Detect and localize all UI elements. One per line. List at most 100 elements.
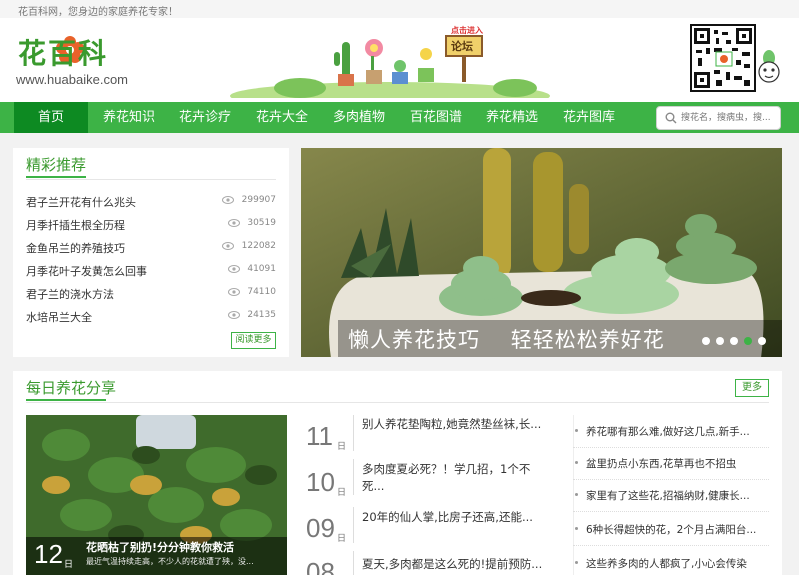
site-header: 花百科 www.huabaike.com 点击进入 论坛 (0, 18, 799, 102)
daily-divider (26, 402, 769, 403)
bullet-icon (575, 493, 578, 496)
date-day: 11 (306, 421, 333, 451)
eye-icon (222, 196, 234, 204)
right-list-item-title[interactable]: 这些养多肉的人都疯了,小心会传染 (586, 556, 747, 571)
banner-sign: 点击进入 (451, 26, 483, 35)
view-count: 30519 (247, 218, 276, 228)
feature-title[interactable]: 花晒枯了别扔!分分钟教你救活 (86, 539, 234, 555)
recommend-item[interactable]: 君子兰开花有什么兆头 299907 (26, 192, 276, 212)
date-badge: 09 日 (301, 513, 347, 553)
header-banner-illustration[interactable] (230, 22, 555, 98)
view-count: 41091 (247, 264, 276, 274)
eye-icon (228, 288, 240, 296)
daily-share-section: 每日养花分享 更多 12 日 花晒枯了别扔!分分钟教你救活 最近气温持续走高，不… (13, 371, 782, 575)
nav-encyclopedia[interactable]: 花卉大全 (245, 102, 319, 133)
bullet-icon (575, 561, 578, 564)
recommend-item-title[interactable]: 水培吊兰大全 (26, 309, 92, 325)
recommend-item[interactable]: 君子兰的浇水方法 74110 (26, 284, 276, 304)
right-list-item[interactable]: 盆里扔点小东西,花草再也不招虫 (573, 453, 769, 480)
daily-title-underline (26, 399, 106, 401)
search-box[interactable] (656, 106, 781, 130)
right-list-item[interactable]: 这些养多肉的人都疯了,小心会传染 (573, 553, 769, 575)
forum-board[interactable]: 论坛 (451, 38, 473, 54)
view-count: 299907 (241, 195, 276, 205)
recommend-item[interactable]: 金鱼吊兰的养殖技巧 122082 (26, 238, 276, 258)
recommend-item-title[interactable]: 君子兰的浇水方法 (26, 286, 114, 302)
eye-icon (222, 242, 234, 250)
recommend-item[interactable]: 月季扦插生根全历程 30519 (26, 215, 276, 235)
site-tagline: 花百科网，您身边的家庭养花专家！ (0, 0, 799, 18)
date-day-unit: 日 (337, 442, 347, 452)
featured-slider[interactable]: 懒人养花技巧 轻轻松松养好花 (301, 148, 782, 357)
date-day: 10 (306, 467, 335, 497)
date-day: 08 (306, 557, 335, 575)
eye-icon (228, 265, 240, 273)
nav-home[interactable]: 首页 (14, 102, 88, 133)
feature-day: 12 (34, 539, 63, 569)
dated-article-link[interactable]: 20年的仙人掌,比房子还高,还能... (362, 509, 547, 526)
recommend-item-title[interactable]: 君子兰开花有什么兆头 (26, 194, 136, 210)
logo-title: 花百科 (18, 37, 109, 70)
date-day: 09 (306, 513, 335, 543)
recommend-title-underline (26, 176, 86, 178)
date-day-unit: 日 (337, 488, 347, 498)
recommend-panel: 精彩推荐 君子兰开花有什么兆头 299907 月季扦插生根全历程 30519 金… (13, 148, 289, 357)
view-count: 122082 (241, 241, 276, 251)
date-badge: 11 日 (301, 421, 347, 461)
feature-caption: 12 日 花晒枯了别扔!分分钟教你救活 最近气温持续走高，不少人的花就遭了殃，没… (26, 537, 287, 575)
date-badge: 08 日 (301, 557, 347, 575)
dated-article-link[interactable]: 多肉度夏必死？！学几招，1个不死... (362, 461, 547, 495)
recommend-item-title[interactable]: 月季花叶子发黄怎么回事 (26, 263, 147, 279)
more-button[interactable]: 更多 (735, 379, 769, 397)
dated-article-link[interactable]: 别人养花垫陶粒,她竟然垫丝袜,长... (362, 416, 547, 433)
eye-icon (228, 219, 240, 227)
eye-icon (228, 311, 240, 319)
nav-selected[interactable]: 养花精选 (475, 102, 549, 133)
slider-dot[interactable] (730, 337, 738, 345)
nav-succulents[interactable]: 多肉植物 (322, 102, 396, 133)
recommend-divider (26, 179, 276, 180)
daily-feature-card[interactable]: 12 日 花晒枯了别扔!分分钟教你救活 最近气温持续走高，不少人的花就遭了殃，没… (26, 415, 287, 575)
right-list-item-title[interactable]: 家里有了这些花,招福纳财,健康长... (586, 488, 750, 503)
slider-dot[interactable] (716, 337, 724, 345)
right-list-item-title[interactable]: 盆里扔点小东西,花草再也不招虫 (586, 456, 736, 471)
right-list-item[interactable]: 6种长得超快的花，2个月占满阳台... (573, 519, 769, 546)
feature-summary: 最近气温持续走高，不少人的花就遭了殃，没... (86, 557, 254, 566)
nav-diagnosis[interactable]: 花卉诊疗 (168, 102, 242, 133)
nav-gallery[interactable]: 花卉图库 (552, 102, 626, 133)
slider-dot[interactable] (758, 337, 766, 345)
qr-code (690, 24, 756, 92)
view-count: 74110 (247, 287, 276, 297)
logo-url: www.huabaike.com (16, 72, 128, 87)
site-logo[interactable]: 花百科 www.huabaike.com (14, 30, 164, 90)
recommend-item[interactable]: 月季花叶子发黄怎么回事 41091 (26, 261, 276, 281)
read-more-button[interactable]: 阅读更多 (231, 332, 276, 349)
right-list-item[interactable]: 家里有了这些花,招福纳财,健康长... (573, 485, 769, 512)
date-badge: 10 日 (301, 467, 347, 507)
slider-dot-active[interactable] (744, 337, 752, 345)
date-day-unit: 日 (337, 534, 347, 544)
search-input[interactable] (681, 109, 777, 127)
slider-dot[interactable] (702, 337, 710, 345)
date-divider (353, 415, 354, 451)
search-icon[interactable] (665, 112, 677, 124)
date-divider (353, 551, 354, 575)
main-nav: 首页 养花知识 花卉诊疗 花卉大全 多肉植物 百花图谱 养花精选 花卉图库 (0, 102, 799, 133)
recommend-item-title[interactable]: 金鱼吊兰的养殖技巧 (26, 240, 125, 256)
dated-article-link[interactable]: 夏天,多肉都是这么死的!提前预防... (362, 556, 547, 573)
nav-knowledge[interactable]: 养花知识 (92, 102, 166, 133)
bullet-icon (575, 429, 578, 432)
recommend-item[interactable]: 水培吊兰大全 24135 (26, 307, 276, 327)
right-list-item-title[interactable]: 6种长得超快的花，2个月占满阳台... (586, 522, 756, 537)
mascot-icon (758, 50, 780, 83)
daily-title: 每日养花分享 (26, 379, 117, 397)
bullet-icon (575, 461, 578, 464)
right-list-item[interactable]: 养花哪有那么难,做好这几点,新手... (573, 421, 769, 448)
bullet-icon (575, 527, 578, 530)
date-divider (353, 507, 354, 543)
right-list-item-title[interactable]: 养花哪有那么难,做好这几点,新手... (586, 424, 750, 439)
recommend-title: 精彩推荐 (26, 156, 87, 174)
slider-caption: 懒人养花技巧 轻轻松松养好花 (348, 328, 665, 352)
recommend-item-title[interactable]: 月季扦插生根全历程 (26, 217, 125, 233)
nav-atlas[interactable]: 百花图谱 (399, 102, 473, 133)
